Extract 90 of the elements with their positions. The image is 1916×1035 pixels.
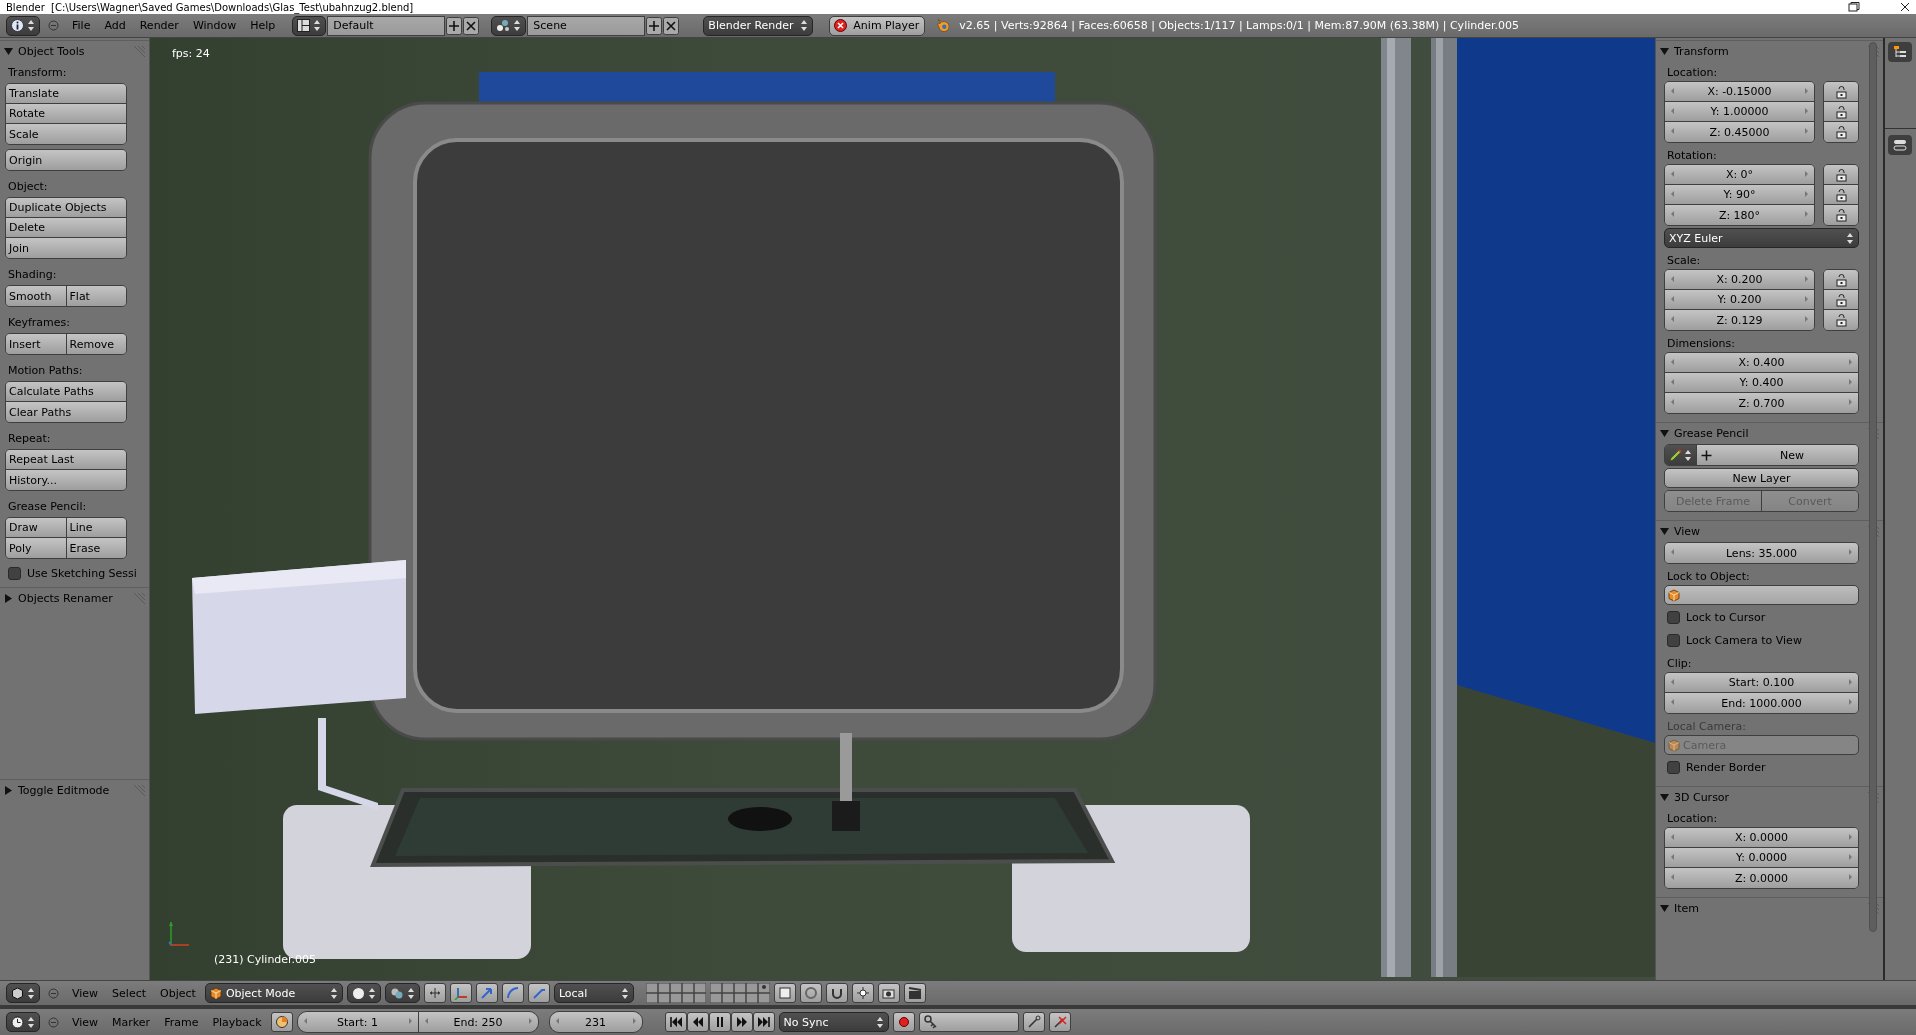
number-field[interactable]: X: -0.15000: [1665, 82, 1814, 102]
panel-title[interactable]: Grease Pencil: [1674, 427, 1749, 440]
field-label: Location:: [1666, 65, 1719, 79]
render-engine-dropdown[interactable]: Blender Render: [703, 15, 814, 36]
menu-item[interactable]: Help: [245, 15, 281, 36]
tool-button[interactable]: Duplicate Objects: [6, 198, 126, 218]
section-label: Shading:: [7, 267, 58, 281]
fps-counter: fps: 24: [172, 47, 210, 60]
number-field[interactable]: X: 0.200: [1665, 270, 1814, 290]
number-field[interactable]: Z: 0.129: [1665, 310, 1814, 330]
section-label: Keyframes:: [7, 315, 71, 329]
tool-button[interactable]: Join: [6, 238, 126, 258]
section-label: Transform:: [7, 65, 68, 79]
tool-button[interactable]: Scale: [6, 124, 126, 144]
number-field[interactable]: Y: 90°: [1665, 185, 1814, 205]
tool-button[interactable]: Flat: [66, 286, 126, 306]
tool-button[interactable]: Origin: [6, 150, 126, 170]
field-label: Location:: [1666, 811, 1719, 825]
tool-button[interactable]: Delete: [6, 218, 126, 238]
menu-item[interactable]: Playback: [207, 1012, 267, 1032]
rotation-mode-dropdown[interactable]: XYZ Euler: [1664, 228, 1859, 248]
number-field[interactable]: Y: 0.0000: [1665, 848, 1858, 868]
number-field[interactable]: X: 0°: [1665, 165, 1814, 185]
orientation-dropdown[interactable]: Local: [553, 983, 634, 1003]
window-title: Blender [C:\Users\Wagner\Saved Games\Downloads\Glas_Test\ubahnzug2.blend]: [6, 1, 414, 13]
new-button[interactable]: New: [1697, 445, 1858, 465]
checkbox-label[interactable]: Lock to Cursor: [1686, 611, 1766, 624]
menu-item[interactable]: File: [67, 15, 96, 36]
tool-button[interactable]: Remove: [66, 334, 126, 354]
number-field[interactable]: X: 0.0000: [1665, 828, 1858, 848]
field-label: Clip:: [1666, 656, 1693, 670]
scene-statistics: v2.65 | Verts:92864 | Faces:60658 | Objects:1/117 | Lamps:0/1 | Mem:87.90M (63.38M) | Cylinder.005: [959, 19, 1519, 32]
number-field[interactable]: Z: 180°: [1665, 205, 1814, 225]
number-field[interactable]: Z: 0.45000: [1665, 122, 1814, 142]
panel-title[interactable]: Item: [1674, 902, 1700, 915]
menu-item[interactable]: Marker: [107, 1012, 156, 1032]
menu-item[interactable]: View: [67, 983, 104, 1003]
name-field[interactable]: Default: [327, 15, 446, 36]
menu-item[interactable]: Window: [187, 15, 242, 36]
menu-item[interactable]: Add: [99, 15, 131, 36]
mode-dropdown[interactable]: Object Mode: [204, 983, 343, 1003]
field-label: Dimensions:: [1666, 336, 1736, 350]
menu-item[interactable]: Render: [134, 15, 184, 36]
tool-button[interactable]: Clear Paths: [6, 402, 126, 422]
number-field[interactable]: Lens: 35.000: [1665, 543, 1858, 563]
tool-button[interactable]: Erase: [66, 538, 126, 558]
tool-button[interactable]: History...: [6, 470, 126, 490]
panel-title[interactable]: Transform: [1674, 45, 1729, 58]
section-label: Motion Paths:: [7, 363, 84, 377]
tool-button[interactable]: Repeat Last: [6, 450, 126, 470]
checkbox-label[interactable]: Render Border: [1686, 761, 1766, 774]
field-label: Local Camera:: [1666, 719, 1747, 733]
menu-item[interactable]: Select: [107, 983, 152, 1003]
new-layer-button[interactable]: New Layer: [1664, 468, 1859, 488]
checkbox-label[interactable]: Lock Camera to View: [1686, 634, 1802, 647]
field-label: Rotation:: [1666, 148, 1718, 162]
panel-title[interactable]: Objects Renamer: [18, 592, 113, 605]
menu-item[interactable]: View: [67, 1012, 104, 1032]
number-field[interactable]: End: 1000.000: [1665, 693, 1858, 713]
tool-button[interactable]: Calculate Paths: [6, 382, 126, 402]
section-label: Grease Pencil:: [7, 499, 88, 513]
tool-button[interactable]: Smooth: [6, 286, 67, 306]
panel-title[interactable]: Object Tools: [18, 45, 85, 58]
number-field[interactable]: 231: [549, 1012, 642, 1032]
menu-item[interactable]: Object: [155, 983, 201, 1003]
number-field[interactable]: Z: 0.700: [1665, 393, 1858, 413]
section-label: Repeat:: [7, 431, 52, 445]
tool-button[interactable]: Translate: [6, 84, 126, 104]
checkbox-label[interactable]: Use Sketching Sessi: [27, 566, 137, 580]
anim-player-button[interactable]: Anim Player: [829, 15, 926, 36]
number-field[interactable]: Y: 0.400: [1665, 373, 1858, 393]
field-label: Lock to Object:: [1666, 569, 1751, 583]
panel-title[interactable]: Toggle Editmode: [18, 784, 110, 797]
menu-item[interactable]: Frame: [159, 1012, 204, 1032]
number-field[interactable]: Start: 0.100: [1665, 673, 1858, 693]
panel-title[interactable]: View: [1674, 525, 1701, 538]
number-field[interactable]: Y: 0.200: [1665, 290, 1814, 310]
name-field[interactable]: Scene: [527, 15, 646, 36]
sync-dropdown[interactable]: No Sync: [778, 1012, 889, 1032]
tool-button[interactable]: Draw: [6, 518, 67, 538]
field-label: Scale:: [1666, 253, 1702, 267]
number-field[interactable]: Y: 1.00000: [1665, 102, 1814, 122]
section-label: Object:: [7, 179, 49, 193]
tool-button[interactable]: Rotate: [6, 104, 126, 124]
number-field[interactable]: Z: 0.0000: [1665, 868, 1858, 888]
tool-button[interactable]: Line: [66, 518, 126, 538]
panel-title[interactable]: 3D Cursor: [1674, 791, 1730, 804]
tool-button[interactable]: Poly: [6, 538, 67, 558]
number-field[interactable]: X: 0.400: [1665, 353, 1858, 373]
tool-button[interactable]: Insert: [6, 334, 67, 354]
